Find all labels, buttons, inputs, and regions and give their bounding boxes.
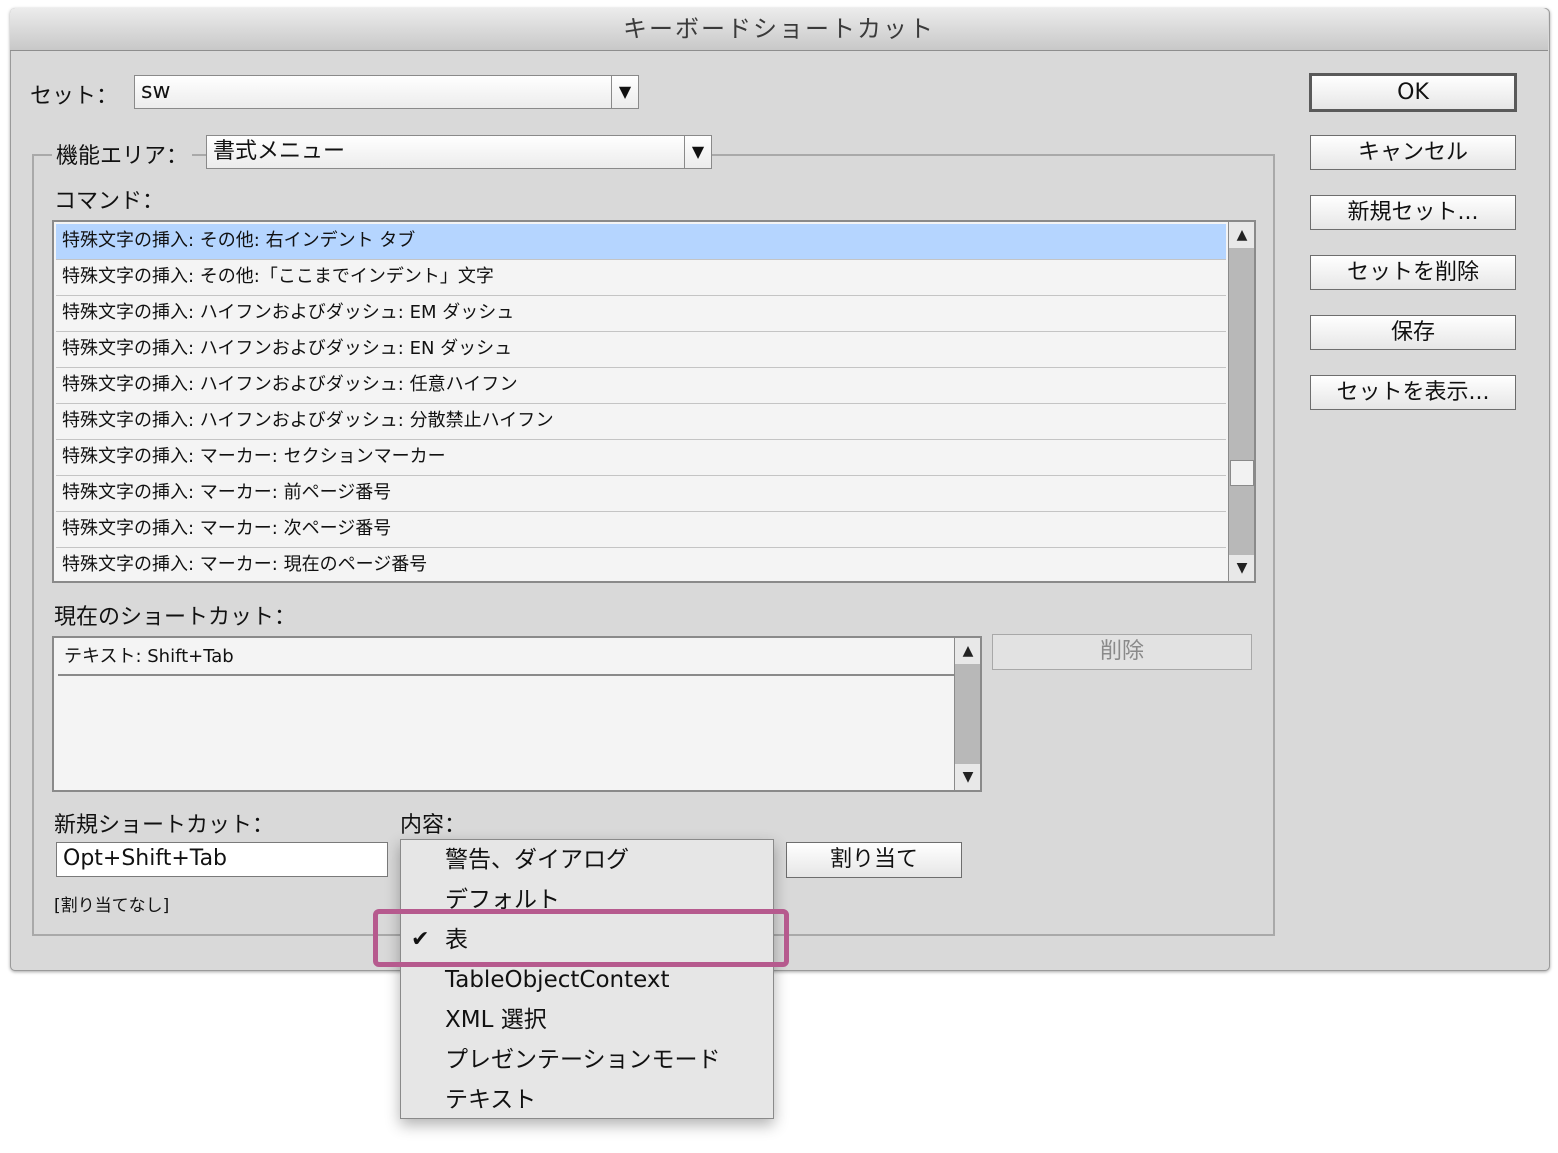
command-list-item[interactable]: 特殊文字の挿入: マーカー: 次ページ番号 <box>56 512 1226 548</box>
menu-item-label: TableObjectContext <box>445 967 670 993</box>
menu-item-presentation-mode[interactable]: プレゼンテーションモード <box>401 1040 773 1080</box>
command-list-item[interactable]: 特殊文字の挿入: その他:「ここまでインデント」文字 <box>56 260 1226 296</box>
scroll-down-icon[interactable]: ▼ <box>1229 555 1254 581</box>
commands-list[interactable]: 特殊文字の挿入: その他: 右インデント タブ 特殊文字の挿入: その他:「ここま… <box>52 220 1256 583</box>
ok-button[interactable]: OK <box>1309 73 1517 112</box>
menu-item-label: テキスト <box>445 1087 537 1113</box>
new-set-button[interactable]: 新規セット... <box>1310 195 1516 230</box>
save-button[interactable]: 保存 <box>1310 315 1516 350</box>
set-label: セット： <box>30 84 119 109</box>
commands-scrollbar[interactable]: ▲ ▼ <box>1228 222 1254 581</box>
function-area-select[interactable]: 書式メニュー ▼ <box>206 135 712 169</box>
new-shortcut-label: 新規ショートカット： <box>54 813 275 838</box>
assign-button[interactable]: 割り当て <box>786 842 962 878</box>
menu-item-alert-dialog[interactable]: 警告、ダイアログ <box>401 840 773 880</box>
set-select-value: sw <box>141 79 171 104</box>
scroll-up-icon[interactable]: ▲ <box>1229 222 1254 248</box>
command-list-item[interactable]: 特殊文字の挿入: マーカー: セクションマーカー <box>56 440 1226 476</box>
menu-item-label: プレゼンテーションモード <box>445 1047 721 1073</box>
command-list-item[interactable]: 特殊文字の挿入: その他: 右インデント タブ <box>56 224 1226 260</box>
remove-button[interactable]: 削除 <box>992 634 1252 670</box>
commands-label: コマンド： <box>54 189 165 214</box>
cancel-button[interactable]: キャンセル <box>1310 135 1516 170</box>
scroll-up-icon[interactable]: ▲ <box>955 638 980 664</box>
command-list-item[interactable]: 特殊文字の挿入: ハイフンおよびダッシュ: EM ダッシュ <box>56 296 1226 332</box>
command-list-item[interactable]: 特殊文字の挿入: ハイフンおよびダッシュ: 任意ハイフン <box>56 368 1226 404</box>
assignment-status: [割り当てなし] <box>54 896 170 916</box>
annotation-highlight <box>373 909 789 967</box>
window-title: キーボードショートカット <box>10 8 1548 51</box>
menu-item-xml-selection[interactable]: XML 選択 <box>401 1000 773 1040</box>
function-area-select-value: 書式メニュー <box>213 139 346 164</box>
scroll-down-icon[interactable]: ▼ <box>955 764 980 790</box>
current-shortcuts-list[interactable]: テキスト: Shift+Tab ▲ ▼ <box>52 636 982 792</box>
menu-item-label: 警告、ダイアログ <box>445 847 629 873</box>
commands-scroll-thumb[interactable] <box>1230 460 1254 486</box>
menu-item-text[interactable]: テキスト <box>401 1080 773 1120</box>
current-shortcuts-label: 現在のショートカット： <box>54 605 297 630</box>
command-list-item[interactable]: 特殊文字の挿入: マーカー: 前ページ番号 <box>56 476 1226 512</box>
delete-set-button[interactable]: セットを削除 <box>1310 255 1516 290</box>
command-list-item[interactable]: 特殊文字の挿入: ハイフンおよびダッシュ: 分散禁止ハイフン <box>56 404 1226 440</box>
function-area-label: 機能エリア： <box>52 138 193 170</box>
set-select[interactable]: sw ▼ <box>134 75 639 109</box>
command-list-item[interactable]: 特殊文字の挿入: マーカー: 現在のページ番号 <box>56 548 1226 581</box>
menu-item-label: XML 選択 <box>445 1007 547 1033</box>
context-label: 内容： <box>400 813 467 838</box>
command-list-item[interactable]: 特殊文字の挿入: ハイフンおよびダッシュ: EN ダッシュ <box>56 332 1226 368</box>
list-item[interactable]: テキスト: Shift+Tab <box>58 640 954 676</box>
current-shortcuts-scrollbar[interactable]: ▲ ▼ <box>954 638 980 790</box>
triangle-down-icon: ▼ <box>611 76 638 108</box>
context-dropdown-menu[interactable]: 警告、ダイアログ デフォルト ✔ 表 TableObjectContext XML… <box>400 839 774 1119</box>
new-shortcut-field[interactable]: Opt+Shift+Tab <box>56 842 388 877</box>
triangle-down-icon: ▼ <box>684 136 711 168</box>
show-set-button[interactable]: セットを表示... <box>1310 375 1516 410</box>
